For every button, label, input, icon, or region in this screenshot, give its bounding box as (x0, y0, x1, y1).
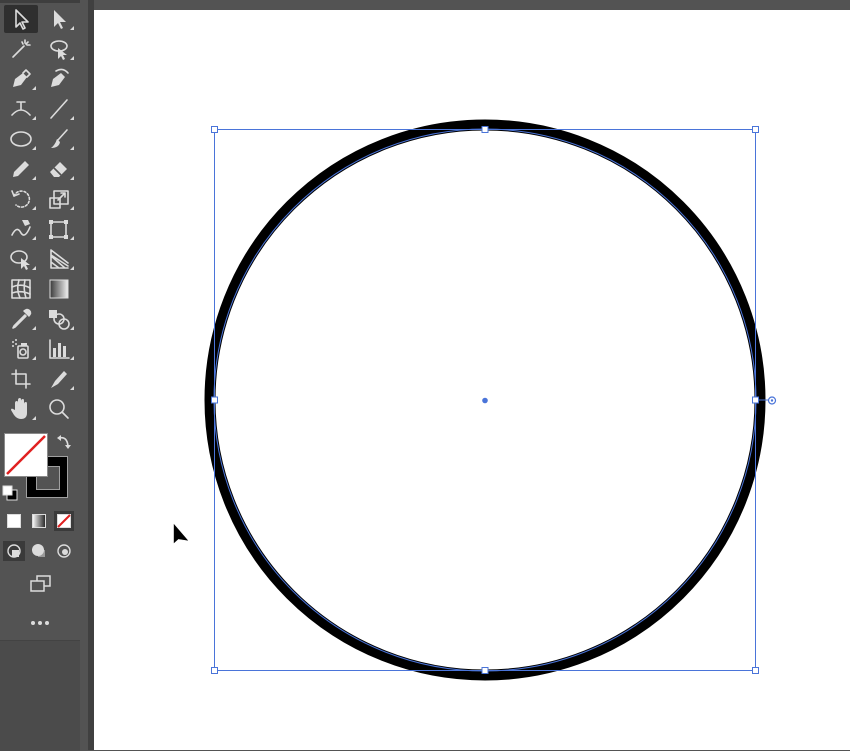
handle-top-right[interactable] (752, 126, 759, 133)
handle-bottom-left[interactable] (211, 667, 218, 674)
handle-top-left[interactable] (211, 126, 218, 133)
handle-middle-right[interactable] (752, 396, 759, 404)
center-point (482, 397, 488, 404)
handle-bottom-middle[interactable] (481, 667, 489, 674)
artwork-layer (173, 119, 777, 681)
handle-middle-left[interactable] (211, 396, 218, 404)
handle-bottom-right[interactable] (752, 667, 759, 674)
mouse-cursor-icon (173, 522, 190, 545)
handle-top-middle[interactable] (481, 126, 489, 133)
